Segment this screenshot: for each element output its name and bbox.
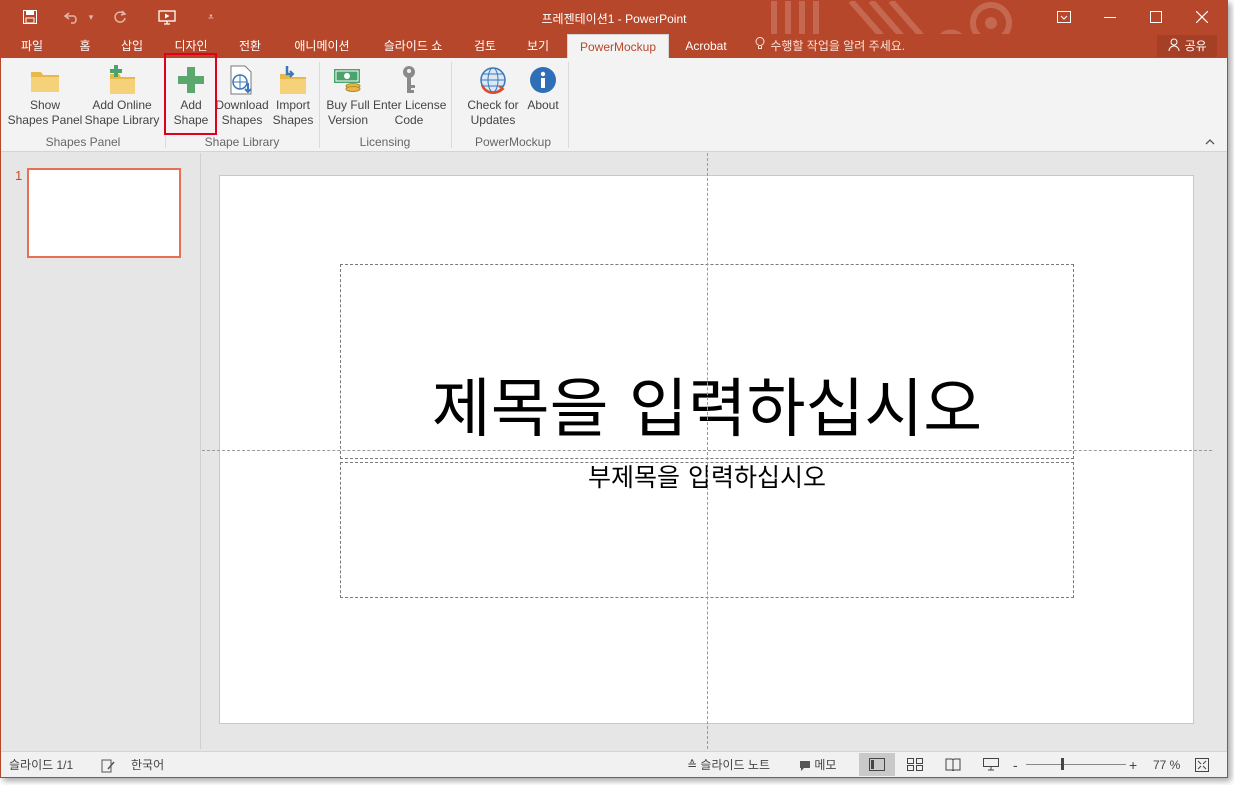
horizontal-guide[interactable] (202, 450, 1212, 451)
import-shapes-label-1: Import (275, 98, 310, 112)
reading-view-icon[interactable] (935, 753, 971, 776)
slide-number: 1 (15, 168, 23, 183)
add-shape-label-2: Shape (173, 113, 209, 127)
tab-design[interactable]: 디자인 (165, 34, 217, 58)
ribbon-display-options-icon[interactable] (1041, 1, 1087, 33)
notes-label: 슬라이드 노트 (700, 758, 770, 772)
tab-transitions[interactable]: 전환 (227, 34, 273, 58)
notes-icon: ≙ (687, 758, 698, 772)
check-for-updates-label-2: Updates (470, 113, 516, 127)
show-shapes-panel-label-2: Shapes Panel (7, 113, 83, 127)
slide-counter[interactable]: 슬라이드 1/1 (9, 752, 73, 777)
about-button[interactable]: About (523, 62, 563, 134)
comments-button[interactable]: 메모 (799, 752, 837, 777)
show-shapes-panel-button[interactable]: Show Shapes Panel (7, 62, 83, 134)
ribbon-tabs: 파일 홈 삽입 디자인 전환 애니메이션 슬라이드 쇼 검토 보기 PowerM… (1, 34, 1227, 58)
slide-editor: 제목을 입력하십시오 부제목을 입력하십시오 (202, 153, 1227, 749)
tab-view[interactable]: 보기 (515, 34, 561, 58)
add-shape-button[interactable]: Add Shape (167, 62, 215, 134)
zoom-in-button[interactable]: + (1129, 752, 1137, 777)
notes-button[interactable]: ≙ 슬라이드 노트 (687, 752, 770, 777)
tab-acrobat[interactable]: Acrobat (677, 34, 735, 58)
check-for-updates-button[interactable]: Check for Updates (463, 62, 523, 134)
slide-thumbnail[interactable] (27, 168, 181, 258)
language-indicator[interactable]: 한국어 (131, 752, 164, 777)
zoom-slider-thumb[interactable] (1061, 758, 1064, 770)
comments-label: 메모 (814, 758, 837, 772)
tell-me-text: 수행할 작업을 알려 주세요. (770, 39, 906, 53)
slides-thumbnail-pane: 1 (1, 153, 201, 749)
download-shapes-label-2: Shapes (221, 113, 263, 127)
tab-review[interactable]: 검토 (463, 34, 507, 58)
group-label-shape-library: Shape Library (204, 135, 280, 149)
fit-to-window-icon[interactable] (1189, 753, 1215, 776)
slide-sorter-icon[interactable] (897, 753, 933, 776)
enter-license-code-label-2: Code (394, 113, 424, 127)
person-icon (1167, 36, 1181, 58)
add-online-shape-library-button[interactable]: Add Online Shape Library (83, 62, 161, 134)
zoom-level[interactable]: 77 % (1153, 752, 1180, 777)
vertical-guide[interactable] (707, 153, 708, 749)
import-shapes-label-2: Shapes (272, 113, 314, 127)
maximize-icon[interactable] (1133, 1, 1179, 33)
ribbon-powermockup: Show Shapes Panel Shapes Panel Add Onlin… (1, 58, 1227, 152)
group-separator (451, 62, 452, 148)
buy-full-version-label-1: Buy Full (326, 98, 370, 112)
group-label-powermockup: PowerMockup (474, 135, 552, 149)
group-separator (165, 62, 166, 148)
key-icon (373, 62, 445, 98)
group-label-licensing: Licensing (359, 135, 411, 149)
add-shape-label-1: Add (180, 98, 202, 112)
tab-slideshow[interactable]: 슬라이드 쇼 (371, 34, 455, 58)
tab-file[interactable]: 파일 (9, 34, 55, 58)
close-icon[interactable] (1179, 1, 1225, 33)
group-separator (568, 62, 569, 148)
import-shapes-button[interactable]: Import Shapes (269, 62, 317, 134)
tell-me-box[interactable]: 수행할 작업을 알려 주세요. (755, 34, 905, 58)
enter-license-code-label-1: Enter License (373, 98, 447, 112)
folder-add-icon (83, 62, 161, 98)
zoom-slider-track[interactable] (1026, 764, 1126, 765)
download-shapes-button[interactable]: Download Shapes (215, 62, 269, 134)
add-online-shape-library-label-1: Add Online (92, 98, 152, 112)
powerpoint-window: ▾ ⩡ 프레젠테이션1 - PowerPoint 파일 홈 삽입 디자인 전환 … (0, 0, 1228, 778)
tab-animations[interactable]: 애니메이션 (283, 34, 361, 58)
share-button[interactable]: 공유 (1157, 35, 1217, 57)
status-bar: 슬라이드 1/1 한국어 ≙ 슬라이드 노트 메모 - + 77 % (1, 751, 1227, 777)
group-separator (319, 62, 320, 148)
group-label-shapes-panel: Shapes Panel (45, 135, 121, 149)
download-globe-icon (215, 62, 269, 98)
show-shapes-panel-label-1: Show (29, 98, 61, 112)
tab-home[interactable]: 홈 (67, 34, 103, 58)
about-label-1: About (527, 98, 559, 112)
minimize-icon[interactable] (1087, 1, 1133, 33)
add-online-shape-library-label-2: Shape Library (84, 113, 160, 127)
comment-icon (799, 758, 814, 772)
import-folder-icon (269, 62, 317, 98)
buy-full-version-button[interactable]: Buy Full Version (323, 62, 373, 134)
download-shapes-label-1: Download (215, 98, 269, 112)
globe-update-icon (463, 62, 523, 98)
enter-license-code-button[interactable]: Enter License Code (373, 62, 447, 134)
tab-powermockup[interactable]: PowerMockup (567, 34, 669, 58)
lightbulb-icon (755, 34, 767, 58)
folder-icon (7, 62, 83, 98)
collapse-ribbon-icon[interactable] (1205, 136, 1215, 148)
spell-check-icon[interactable] (101, 752, 115, 777)
buy-full-version-label-2: Version (327, 113, 369, 127)
normal-view-icon[interactable] (859, 753, 895, 776)
tab-insert[interactable]: 삽입 (111, 34, 153, 58)
money-icon (323, 62, 373, 98)
slideshow-view-icon[interactable] (973, 753, 1009, 776)
share-label: 공유 (1184, 39, 1207, 53)
title-bar: ▾ ⩡ 프레젠테이션1 - PowerPoint (1, 1, 1227, 58)
plus-icon (167, 62, 215, 98)
check-for-updates-label-1: Check for (467, 98, 519, 112)
info-icon (523, 62, 563, 98)
zoom-out-button[interactable]: - (1013, 752, 1018, 777)
